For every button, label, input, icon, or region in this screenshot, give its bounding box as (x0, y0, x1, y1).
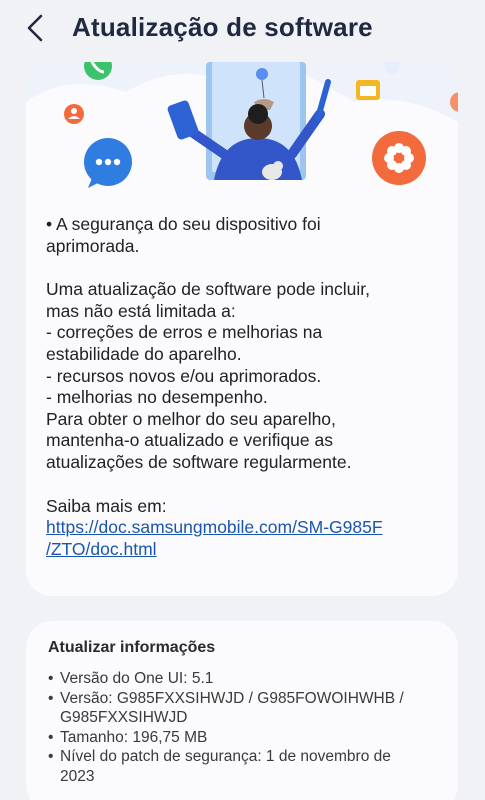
security-line: • A segurança do seu dispositivo foi apr… (46, 214, 321, 256)
app-header: Atualização de software (0, 0, 485, 58)
update-description-card: • A segurança do seu dispositivo foi apr… (26, 62, 458, 596)
doc-link[interactable]: https://doc.samsungmobile.com/SM-G985F/Z… (46, 517, 446, 560)
learn-more-label: Saiba mais em: (46, 495, 167, 516)
update-size: Tamanho: 196,75 MB (48, 728, 448, 748)
build-version: Versão: G985FXXSIHWJD / G985FOWOIHWHB / … (48, 689, 448, 728)
update-intro: Uma atualização de software pode incluir… (46, 279, 370, 321)
update-item-1: - correções de erros e melhorias na esta… (46, 322, 323, 364)
security-patch-level: Nível do patch de segurança: 1 de novemb… (48, 747, 448, 786)
doc-link-line-2[interactable]: /ZTO/doc.html (46, 539, 157, 559)
update-description: • A segurança do seu dispositivo foi apr… (46, 214, 446, 560)
calendar-icon (356, 80, 380, 100)
person-badge-icon (64, 104, 84, 124)
closing-text: Para obter o melhor do seu aparelho, man… (46, 408, 352, 472)
update-item-3: - melhorias no desempenho. (46, 387, 268, 408)
one-ui-version: Versão do One UI: 5.1 (48, 669, 448, 689)
doc-link-line-1[interactable]: https://doc.samsungmobile.com/SM-G985F (46, 517, 383, 537)
info-list: Versão do One UI: 5.1 Versão: G985FXXSIH… (48, 669, 448, 786)
chat-bubble-icon (84, 138, 132, 188)
update-illustration (26, 62, 458, 188)
flower-icon (372, 131, 426, 185)
phone-device-icon (167, 100, 199, 140)
back-button[interactable] (18, 10, 52, 46)
info-title: Atualizar informações (48, 639, 216, 656)
update-info-card: Atualizar informações Versão do One UI: … (26, 621, 458, 800)
page-title: Atualização de software (72, 12, 373, 42)
chevron-left-icon (27, 14, 43, 42)
update-item-2: - recursos novos e/ou aprimorados. (46, 365, 322, 386)
